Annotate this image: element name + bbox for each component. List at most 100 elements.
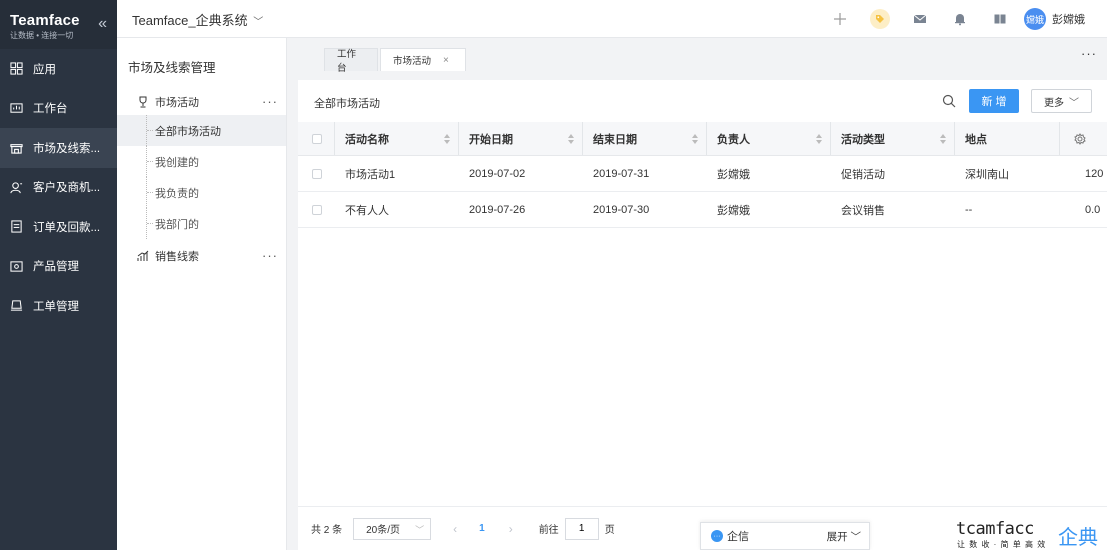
system-title: Teamface_企典系统 <box>132 13 248 28</box>
nav-item-product[interactable]: 产品管理 <box>0 247 117 287</box>
submenu-group-leads[interactable]: 销售线索 ··· <box>117 242 286 269</box>
goto-label: 前往 <box>538 525 559 536</box>
nav-item-label: 应用 <box>33 63 56 76</box>
row-checkbox[interactable] <box>312 168 322 179</box>
column-header[interactable]: 开始日期 <box>459 122 583 155</box>
nav-item-apps[interactable]: 应用 <box>0 49 117 89</box>
table-row[interactable]: 不有人人 2019-07-26 2019-07-30 彭嫦娥 会议销售 -- 0… <box>298 192 1107 228</box>
main-nav: Teamface 让数据 • 连接一切 « 应用 工作台 市场及线索... 客户… <box>0 0 117 550</box>
nav-item-label: 客户及商机... <box>33 182 101 195</box>
column-header[interactable]: 结束日期 <box>583 122 707 155</box>
user-name: 彭嫦娥 <box>1052 14 1085 26</box>
activity-table: 活动名称 开始日期 结束日期 负责人 活动类型 地点 市场活动1 2019-07… <box>298 122 1107 228</box>
total-count: 共 2 条 <box>311 525 343 536</box>
row-select-cell <box>298 192 335 227</box>
chat-icon: ··· <box>711 530 723 542</box>
nav-item-workbench[interactable]: 工作台 <box>0 89 117 129</box>
submenu-item-department[interactable]: 我部门的 <box>117 208 286 239</box>
mail-icon[interactable] <box>900 0 940 38</box>
dashboard-icon <box>6 102 26 115</box>
nav-item-label: 订单及回款... <box>33 221 101 234</box>
prev-page-button[interactable]: ‹ <box>453 522 457 536</box>
sort-icon[interactable] <box>816 134 822 144</box>
tab-label: 市场活动 <box>393 56 432 67</box>
tab-workbench[interactable]: 工作台 <box>324 48 378 74</box>
submenu-group-market[interactable]: 市场活动 ··· <box>117 88 286 115</box>
brand: Teamface 让数据 • 连接一切 « <box>0 0 117 49</box>
column-header[interactable]: 活动名称 <box>335 122 459 155</box>
submenu-item-owned[interactable]: 我负责的 <box>117 177 286 208</box>
cell-start: 2019-07-26 <box>469 203 526 216</box>
chevron-down-icon: ﹀ <box>415 524 425 535</box>
submenu-item-created[interactable]: 我创建的 <box>117 146 286 177</box>
select-all-checkbox[interactable] <box>312 133 322 144</box>
current-page[interactable]: 1 <box>479 523 485 534</box>
system-switcher[interactable]: Teamface_企典系统 ﹀ <box>132 10 263 29</box>
nav-item-label: 工作台 <box>33 103 68 116</box>
cell-extra: 120 <box>1085 167 1104 180</box>
gear-icon <box>1074 132 1086 145</box>
cell-owner: 彭嫦娥 <box>717 204 750 217</box>
nav-item-order[interactable]: 订单及回款... <box>0 207 117 247</box>
column-label: 活动名称 <box>345 133 389 146</box>
chat-toggle-label: 展开 <box>826 530 848 543</box>
column-header[interactable]: 地点 <box>955 122 1060 155</box>
cell-type: 会议销售 <box>841 204 885 217</box>
watermark-logo: tcamfacc 企典 让 数 收 · 简 单 高 效 <box>956 518 1107 550</box>
more-icon[interactable]: ··· <box>262 248 278 263</box>
sort-icon[interactable] <box>692 134 698 144</box>
sort-icon[interactable] <box>444 134 450 144</box>
tab-bar: 工作台 市场活动 × ··· <box>287 38 1107 74</box>
user-menu[interactable]: 嫦娥 彭嫦娥 <box>1020 0 1107 38</box>
close-icon[interactable]: × <box>443 55 449 66</box>
column-header[interactable]: 负责人 <box>707 122 831 155</box>
nav-item-label: 市场及线索... <box>33 142 101 155</box>
collapse-nav-icon[interactable]: « <box>98 15 107 33</box>
submenu-group-label: 市场活动 <box>155 96 199 109</box>
sort-icon[interactable] <box>568 134 574 144</box>
nav-item-label: 产品管理 <box>33 261 79 274</box>
ticket-icon <box>6 299 26 312</box>
column-settings[interactable] <box>1060 122 1107 155</box>
column-label: 地点 <box>965 133 987 146</box>
watermark-slogan: 让 数 收 · 简 单 高 效 <box>957 540 1047 549</box>
avatar: 嫦娥 <box>1024 8 1046 30</box>
trophy-icon <box>139 96 147 107</box>
add-icon[interactable] <box>820 0 860 38</box>
goto-page-input[interactable] <box>564 517 599 540</box>
chat-expand-button[interactable]: 展开 ﹀ <box>827 529 861 544</box>
nav-item-customer[interactable]: 客户及商机... <box>0 168 117 208</box>
search-icon[interactable] <box>942 94 956 111</box>
row-select-cell <box>298 156 335 191</box>
order-icon <box>6 220 26 233</box>
submenu-item-all[interactable]: 全部市场活动 <box>117 115 286 146</box>
chevron-down-icon: ﹀ <box>1069 97 1079 109</box>
nav-item-market[interactable]: 市场及线索... <box>0 128 117 168</box>
more-icon[interactable]: ··· <box>1081 46 1097 61</box>
card-header: 全部市场活动 新 增 更多 ﹀ <box>298 80 1107 122</box>
cell-end: 2019-07-31 <box>593 167 650 180</box>
chat-widget[interactable]: ··· 企信 展开 ﹀ <box>700 522 870 550</box>
more-label: 更多 <box>1044 97 1064 109</box>
more-icon[interactable]: ··· <box>262 94 278 109</box>
tag-icon[interactable] <box>860 0 900 38</box>
cell-place: 深圳南山 <box>965 168 1009 181</box>
more-button[interactable]: 更多 ﹀ <box>1031 89 1092 113</box>
column-header[interactable]: 活动类型 <box>831 122 955 155</box>
chart-icon <box>137 250 149 261</box>
bell-icon[interactable] <box>940 0 980 38</box>
chat-name: 企信 <box>727 531 749 543</box>
nav-item-ticket[interactable]: 工单管理 <box>0 286 117 326</box>
cell-name[interactable]: 不有人人 <box>335 192 459 227</box>
page-label: 页 <box>604 525 615 536</box>
cell-name[interactable]: 市场活动1 <box>335 156 459 191</box>
add-button[interactable]: 新 增 <box>969 89 1019 113</box>
page-size-select[interactable]: 20条/页 ﹀ <box>353 517 432 540</box>
sort-icon[interactable] <box>940 134 946 144</box>
next-page-button[interactable]: › <box>509 522 513 536</box>
row-checkbox[interactable] <box>312 204 322 215</box>
grid-icon <box>6 62 26 75</box>
book-icon[interactable] <box>980 0 1020 38</box>
table-row[interactable]: 市场活动1 2019-07-02 2019-07-31 彭嫦娥 促销活动 深圳南… <box>298 156 1107 192</box>
tab-market-activity[interactable]: 市场活动 × <box>380 48 466 71</box>
